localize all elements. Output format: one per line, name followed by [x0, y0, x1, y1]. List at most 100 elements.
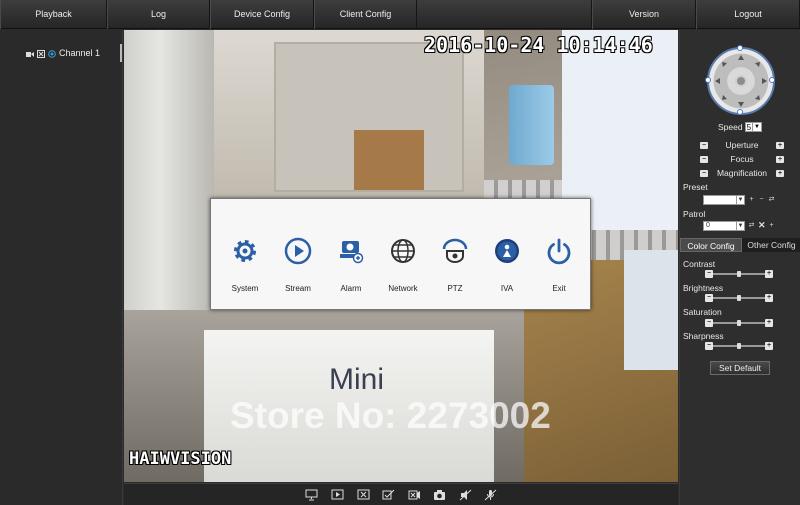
saturation-label: Saturation	[683, 307, 722, 317]
magnification-minus-button[interactable]: −	[700, 169, 708, 177]
aperture-minus-button[interactable]: −	[700, 141, 708, 149]
nav-device-config[interactable]: Device Config	[210, 0, 314, 29]
preset-add-icon[interactable]: +	[748, 196, 755, 203]
nav-logout[interactable]: Logout	[696, 0, 800, 29]
preset-select[interactable]: ▼	[703, 194, 745, 205]
speed-label: Speed	[718, 122, 743, 132]
saturation-knob[interactable]	[737, 320, 741, 326]
check-video-icon[interactable]	[382, 489, 395, 501]
contrast-slider[interactable]: − +	[705, 270, 773, 278]
menu-alarm[interactable]: Alarm	[331, 237, 371, 293]
watermark: Store No: 2273002	[230, 395, 551, 436]
aperture-row: − Uperture +	[700, 140, 784, 150]
focus-row: − Focus +	[700, 154, 784, 164]
menu-label-network: Network	[388, 284, 418, 293]
patrol-value: 0	[706, 221, 710, 229]
sharpness-label: Sharpness	[683, 331, 724, 341]
nav-log[interactable]: Log	[107, 0, 210, 29]
menu-exit[interactable]: Exit	[539, 237, 579, 293]
contrast-plus-button[interactable]: +	[765, 270, 773, 278]
mic-off-icon[interactable]	[484, 489, 497, 501]
power-icon	[547, 238, 571, 265]
menu-stream[interactable]: Stream	[278, 237, 318, 293]
patrol-row: 0 ▼ ⇄ ✕ +	[703, 220, 775, 231]
scene-text: Mini	[329, 363, 385, 396]
saturation-minus-button[interactable]: −	[705, 319, 713, 327]
contrast-knob[interactable]	[737, 271, 741, 277]
mute-icon[interactable]	[459, 489, 472, 501]
chevron-down-icon: ▼	[736, 221, 744, 230]
saturation-plus-button[interactable]: +	[765, 319, 773, 327]
sharpness-plus-button[interactable]: +	[765, 342, 773, 350]
video-toolbar	[124, 483, 678, 505]
speed-value: 5	[746, 122, 752, 132]
preset-call-icon[interactable]: ⇄	[768, 196, 775, 203]
contrast-minus-button[interactable]: −	[705, 270, 713, 278]
sharpness-minus-button[interactable]: −	[705, 342, 713, 350]
menu-label-ptz: PTZ	[447, 284, 463, 293]
close-window-icon[interactable]	[357, 489, 370, 501]
magnification-label: Magnification	[716, 168, 768, 178]
ptz-direction-pad[interactable]	[705, 45, 775, 115]
timestamp-overlay: 2016-10-24 10:14:46	[424, 33, 653, 57]
record-status-icon	[48, 49, 56, 58]
patrol-label: Patrol	[683, 209, 706, 219]
channel-label: Channel 1	[59, 48, 101, 58]
nav-version[interactable]: Version	[592, 0, 696, 29]
gear-icon	[234, 240, 256, 262]
preset-label: Preset	[683, 182, 708, 192]
play-window-icon[interactable]	[331, 489, 344, 501]
speed-select[interactable]: 5 ▼	[744, 122, 762, 132]
video-scene-box	[354, 130, 424, 190]
globe-icon	[391, 239, 415, 263]
contrast-label: Contrast	[683, 259, 716, 269]
aperture-plus-button[interactable]: +	[775, 141, 784, 149]
snapshot-icon[interactable]	[433, 489, 446, 501]
focus-minus-button[interactable]: −	[700, 155, 708, 163]
sharpness-knob[interactable]	[737, 343, 741, 349]
menu-label-alarm: Alarm	[340, 284, 362, 293]
tab-other-config[interactable]: Other Config	[742, 238, 800, 252]
ptz-center-button[interactable]	[735, 75, 747, 87]
menu-ptz[interactable]: PTZ	[435, 237, 475, 293]
close-video-icon[interactable]	[408, 489, 421, 501]
preset-remove-icon[interactable]: −	[758, 196, 765, 203]
close-channel-icon[interactable]	[37, 49, 45, 58]
video-scene-bag	[624, 250, 678, 370]
menu-system[interactable]: System	[225, 237, 265, 293]
video-scene-blue-roll	[509, 85, 554, 165]
osd-channel-name: HAIWVISION	[129, 449, 232, 469]
set-default-button[interactable]: Set Default	[710, 361, 770, 375]
brightness-plus-button[interactable]: +	[765, 294, 773, 302]
brightness-slider[interactable]: − +	[705, 294, 773, 302]
patrol-start-icon[interactable]: ⇄	[748, 222, 755, 229]
focus-label: Focus	[730, 154, 754, 164]
tree-item-channel-1[interactable]: Channel 1	[26, 47, 100, 59]
brightness-label: Brightness	[683, 283, 724, 293]
monitor-icon[interactable]	[305, 489, 318, 501]
patrol-add-icon[interactable]: +	[768, 222, 775, 229]
menu-network[interactable]: Network	[383, 237, 423, 293]
patrol-select[interactable]: 0 ▼	[703, 220, 745, 231]
sharpness-slider[interactable]: − +	[705, 342, 773, 350]
play-icon	[284, 237, 312, 265]
menu-label-iva: IVA	[500, 284, 514, 293]
brightness-minus-button[interactable]: −	[705, 294, 713, 302]
nav-playback[interactable]: Playback	[0, 0, 107, 29]
iva-icon	[495, 239, 519, 263]
menu-iva[interactable]: IVA	[487, 237, 527, 293]
magnification-plus-button[interactable]: +	[776, 169, 784, 177]
device-tree: Channel 1	[0, 30, 123, 505]
menu-label-stream: Stream	[285, 284, 311, 293]
tab-color-config[interactable]: Color Config	[680, 238, 742, 252]
camera-icon	[26, 50, 34, 57]
preset-row: ▼ + − ⇄	[703, 194, 775, 205]
brightness-knob[interactable]	[737, 295, 741, 301]
focus-plus-button[interactable]: +	[776, 155, 784, 163]
patrol-stop-icon[interactable]: ✕	[758, 221, 766, 230]
config-tabs: Color Config Other Config	[680, 238, 800, 252]
nav-client-config[interactable]: Client Config	[314, 0, 417, 29]
magnification-row: − Magnification +	[700, 168, 784, 178]
tree-selection-marker	[120, 44, 122, 62]
saturation-slider[interactable]: − +	[705, 319, 773, 327]
